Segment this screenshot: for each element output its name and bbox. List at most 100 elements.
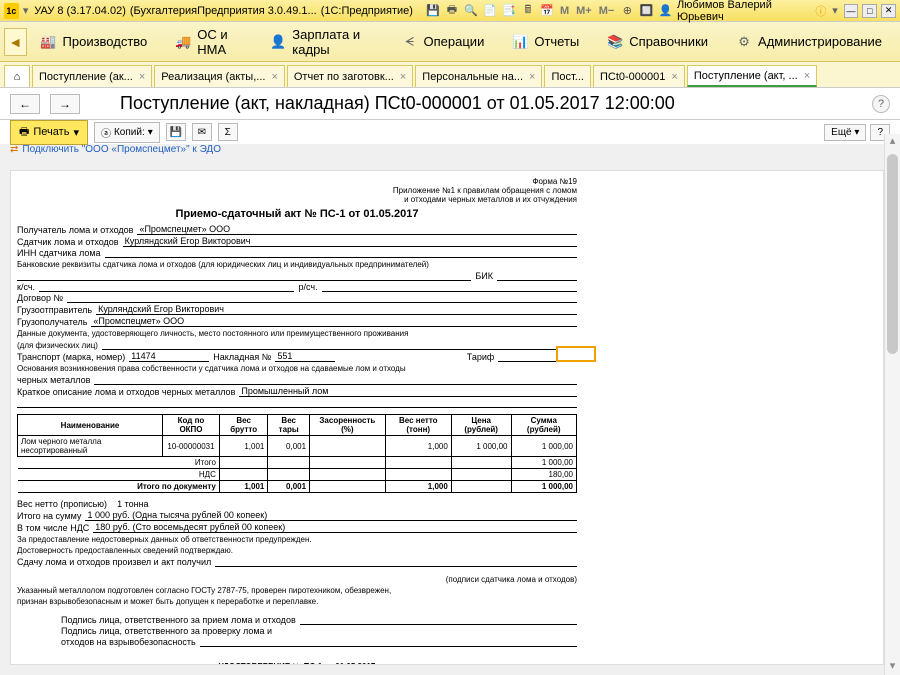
tab-0[interactable]: Поступление (ак...× [32,65,152,87]
section-assets[interactable]: 🚚ОС и НМА [161,27,256,57]
preview-icon[interactable]: 🔍 [463,3,479,19]
back-button[interactable]: ← [10,94,40,114]
edo-link[interactable]: ⇄Подключить "ООО «Промспецмет»" к ЭДО [0,144,900,159]
dropdown-icon[interactable]: ▾ [23,4,30,17]
section-production[interactable]: 🏭Производство [27,34,162,50]
tab-3[interactable]: Персональные на...× [415,65,542,87]
compare-icon[interactable]: 📑 [501,3,517,19]
scroll-up-icon[interactable]: ▴ [885,134,900,150]
consignee-label: Грузополучатель [17,317,87,327]
close-icon[interactable]: × [671,71,677,83]
close-icon[interactable]: × [271,71,277,83]
ownership-label: Основания возникновения права собственно… [17,364,577,373]
cert-heading: УДОСТОВЕРЕНИЕ № ПС-1 от 01.05.2017 [17,662,577,665]
save-file-button[interactable]: 💾 [166,123,186,141]
scroll-thumb[interactable] [887,154,898,354]
close-icon[interactable]: × [139,71,145,83]
doc-title: Поступление (акт, накладная) ПСt0-000001… [120,93,675,114]
help-button[interactable]: ? [872,95,890,113]
ks-value [39,282,294,292]
info-dd-icon[interactable]: ▾ [832,4,839,17]
sum-button[interactable]: Σ [218,123,238,141]
minimize-button[interactable]: — [844,4,859,18]
document-area[interactable]: Форма №19 Приложение №1 к правилам обращ… [10,170,884,665]
section-admin[interactable]: ⚙Администрирование [722,34,896,50]
platform: (1С:Предприятие) [321,5,413,17]
sign-hint: (подписи сдатчика лома и отходов) [17,575,577,584]
user-name: Любимов Валерий Юрьевич [677,0,810,23]
save-icon[interactable]: 💾 [425,3,441,19]
print-icon[interactable]: 🖶 [444,3,460,19]
toolbar: 🖶Печать▾ ⓐКопий:▾ 💾 ✉ Σ Ещё ▾ ? [0,120,900,144]
config-name: (БухгалтерияПредприятия 3.0.49.1... [130,5,317,17]
close-icon[interactable]: × [400,71,406,83]
m-button[interactable]: M [558,5,571,17]
tabbar: ⌂ Поступление (ак...× Реализация (акты,.… [0,62,900,88]
scroll-down-icon[interactable]: ▾ [885,659,900,675]
home-tab[interactable]: ⌂ [4,65,30,87]
close-button[interactable]: ✕ [881,4,896,18]
iddoc-value [102,340,577,350]
inn-value [105,248,577,258]
close-icon[interactable]: × [529,71,535,83]
sig1: Подпись лица, ответственного за прием ло… [61,615,296,625]
form-heading: Приемо-сдаточный акт № ПС-1 от 01.05.201… [17,208,577,220]
forward-button[interactable]: → [50,94,80,114]
calendar-icon[interactable]: 📅 [539,3,555,19]
section-reports[interactable]: 📊Отчеты [498,34,593,50]
send-button[interactable]: ✉ [192,123,212,141]
annex1: Приложение №1 к правилам обращения с лом… [17,186,577,195]
copies-button[interactable]: ⓐКопий:▾ [94,122,160,143]
command-bar: ← → Поступление (акт, накладная) ПСt0-00… [0,88,900,120]
table-row: Лом черного металла несортированный10-00… [18,436,577,457]
inclvat-label: В том числе НДС [17,523,89,533]
sumtext-label: Итого на сумму [17,511,81,521]
home-icon: ⌂ [14,71,21,83]
tab-1[interactable]: Реализация (акты,...× [154,65,285,87]
inn-label: ИНН сдатчика лома [17,248,101,258]
section-operations[interactable]: ᗕОперации [388,34,499,50]
scrollbar[interactable]: ▴ ▾ [884,134,900,675]
items-table: Наименование Код по ОКПО Вес брутто Вес … [17,414,577,493]
rs-label: р/сч. [298,282,317,292]
printer-icon: 🖶 [19,123,29,142]
consignor-value: Курляндский Егор Викторович [96,304,577,315]
m-plus-button[interactable]: M+ [574,5,594,17]
link-icon[interactable]: ⊕ [619,3,635,19]
close-icon[interactable]: × [804,70,810,82]
chevron-down-icon: ▾ [73,126,79,139]
factory-icon: 🏭 [41,34,57,50]
info-icon[interactable]: ⓘ [814,3,829,19]
bic-label: БИК [475,271,493,281]
link-icon: ⇄ [10,144,18,155]
section-payroll[interactable]: 👤Зарплата и кадры [256,27,387,57]
th-okpo: Код по ОКПО [163,415,220,436]
gost2: признан взрывобезопасным и может быть до… [17,597,577,606]
contract-value [67,293,577,303]
deliverer-label: Сдатчик лома и отходов [17,237,119,247]
more-button[interactable]: Ещё ▾ [824,124,866,141]
maximize-button[interactable]: □ [862,4,877,18]
consignor-label: Грузоотправитель [17,305,92,315]
th-price: Цена (рублей) [451,415,511,436]
nav-icon[interactable]: 🔲 [638,3,654,19]
section-references[interactable]: 📚Справочники [593,34,722,50]
tab-2[interactable]: Отчет по заготовк...× [287,65,413,87]
m-minus-button[interactable]: M− [597,5,617,17]
metals-value [94,375,577,385]
tab-5[interactable]: ПСt0-000001× [593,65,685,87]
menubar: ◄ 🏭Производство 🚚ОС и НМА 👤Зарплата и ка… [0,22,900,62]
tab-4[interactable]: Пост... [544,65,591,87]
contract-label: Договор № [17,293,63,303]
sig3-line [200,637,577,647]
selection-highlight[interactable] [556,346,596,362]
print-button[interactable]: 🖶Печать▾ [10,120,88,145]
calc-icon[interactable]: 🖩 [520,3,536,19]
doctotal-row: Итого по документу1,0010,0011,0001 000,0… [18,481,577,493]
copy-icon[interactable]: 📄 [482,3,498,19]
nettext-value: 1 тонна [117,499,148,509]
gost1: Указанный металлолом подготовлен согласн… [17,586,577,595]
menu-nav-icon[interactable]: ◄ [4,28,27,56]
tab-6[interactable]: Поступление (акт, ...× [687,65,817,87]
warn1: За предоставление недостоверных данных о… [17,535,577,544]
